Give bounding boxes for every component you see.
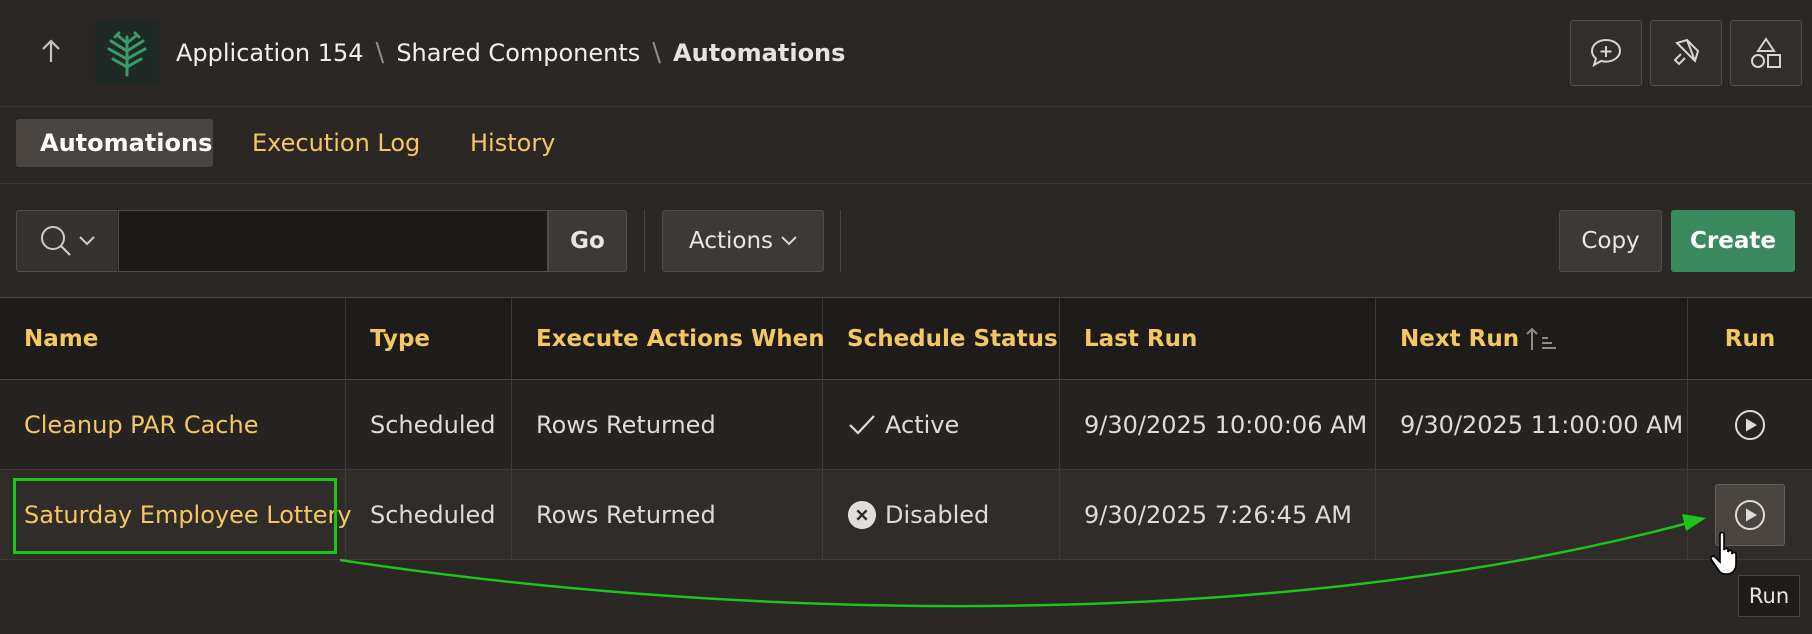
actions-menu-button[interactable]: Actions [662, 210, 824, 272]
breadcrumb-separator: \ [652, 38, 662, 68]
run-cell [1688, 470, 1812, 559]
navigate-up-button[interactable] [30, 30, 72, 72]
toolbar-divider [840, 210, 841, 272]
next-run-cell: 9/30/2025 11:00:00 AM [1376, 380, 1688, 469]
report-toolbar: Go Actions Copy Create [0, 184, 1812, 297]
column-header-execute-when[interactable]: Execute Actions When [512, 298, 825, 379]
next-run-cell [1376, 470, 1688, 559]
actions-label: Actions [688, 228, 773, 254]
automation-name[interactable]: Saturday Employee Lottery [24, 501, 352, 529]
type-cell: Scheduled [346, 380, 512, 469]
arrow-up-icon [42, 39, 60, 62]
breadcrumb-shared-components[interactable]: Shared Components [396, 39, 640, 67]
tab-history[interactable]: History [446, 119, 579, 167]
app-logo[interactable] [95, 21, 159, 85]
column-header-type[interactable]: Type [346, 298, 512, 379]
execute-when-cell: Rows Returned [512, 380, 823, 469]
column-header-next-run-label: Next Run [1400, 325, 1520, 352]
search-column-selector[interactable] [16, 210, 117, 272]
shared-components-button[interactable] [1730, 20, 1802, 86]
column-header-run[interactable]: Run [1688, 298, 1812, 379]
table-header-row: Name Type Execute Actions When Schedule … [0, 297, 1812, 380]
breadcrumb: Application 154 \ Shared Components \ Au… [176, 34, 845, 72]
last-run-cell: 9/30/2025 7:26:45 AM [1060, 470, 1376, 559]
chevron-down-icon [79, 236, 95, 246]
column-header-last-run[interactable]: Last Run [1060, 298, 1376, 379]
search-input[interactable] [118, 210, 548, 272]
breadcrumb-separator: \ [375, 38, 385, 68]
column-header-next-run[interactable]: Next Run [1376, 298, 1688, 379]
chat-plus-icon [1590, 38, 1622, 68]
tab-automations[interactable]: Automations [16, 119, 213, 167]
schedule-status-cell: Disabled [823, 470, 1060, 559]
hand-pointer-icon [1710, 531, 1737, 575]
sort-ascending-icon [1526, 327, 1557, 350]
search-tool-button[interactable] [1650, 20, 1722, 86]
copy-button[interactable]: Copy [1559, 210, 1662, 272]
automation-name[interactable]: Cleanup PAR Cache [24, 411, 258, 439]
automation-name-link[interactable]: Cleanup PAR Cache [0, 380, 346, 469]
last-run-cell: 9/30/2025 10:00:06 AM [1060, 380, 1376, 469]
disabled-x-icon [847, 500, 877, 530]
tab-execution-log[interactable]: Execution Log [228, 119, 444, 167]
leaf-logo-icon [107, 31, 147, 77]
search-icon [41, 226, 71, 256]
run-button[interactable] [1725, 400, 1775, 450]
column-header-schedule-status[interactable]: Schedule Status [823, 298, 1060, 379]
column-header-name[interactable]: Name [0, 298, 346, 379]
play-circle-icon [1735, 499, 1765, 530]
execute-when-cell: Rows Returned [512, 470, 823, 559]
breadcrumb-application[interactable]: Application 154 [176, 39, 364, 67]
go-button[interactable]: Go [548, 210, 627, 272]
create-button[interactable]: Create [1671, 210, 1795, 272]
status-label: Disabled [885, 500, 990, 529]
check-icon [847, 410, 877, 440]
table-row: Saturday Employee Lottery Scheduled Rows… [0, 470, 1812, 560]
status-label: Active [885, 410, 960, 439]
run-tooltip: Run [1738, 575, 1800, 617]
shapes-icon [1751, 37, 1781, 68]
flashlight-icon [1673, 38, 1700, 66]
page-header: Application 154 \ Shared Components \ Au… [0, 0, 1812, 107]
schedule-status-cell: Active [823, 380, 1060, 469]
toolbar-divider [644, 210, 645, 272]
table-row: Cleanup PAR Cache Scheduled Rows Returne… [0, 380, 1812, 470]
automation-name-link[interactable]: Saturday Employee Lottery [0, 470, 352, 559]
chevron-down-icon [781, 236, 797, 246]
type-cell: Scheduled [346, 470, 512, 559]
feedback-button[interactable] [1570, 20, 1642, 86]
play-circle-icon [1735, 409, 1765, 440]
tab-bar: Automations Execution Log History [0, 107, 1812, 184]
breadcrumb-current: Automations [673, 39, 846, 67]
run-cell [1688, 380, 1812, 469]
